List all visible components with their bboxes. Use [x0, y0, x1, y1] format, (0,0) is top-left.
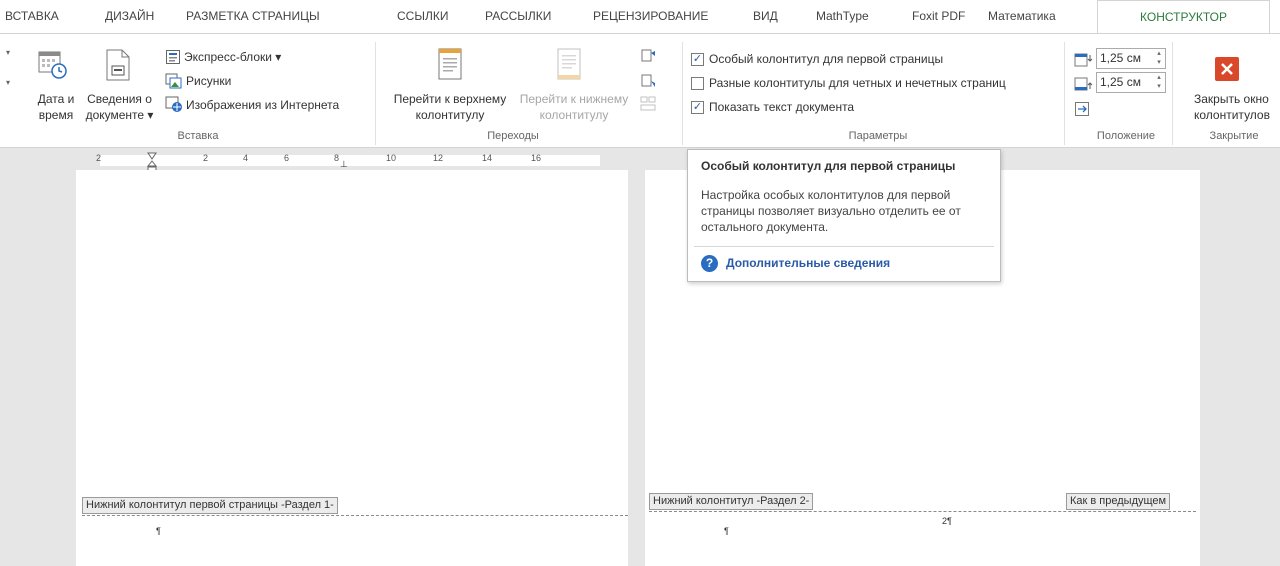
ruler-number: 12 [433, 153, 444, 163]
spin-arrows-icon-2[interactable]: ▴ ▾ [1155, 73, 1163, 91]
ruler-number: 2 [203, 153, 209, 163]
tab-constructor[interactable]: КОНСТРУКТОР [1097, 0, 1270, 33]
ribbon-overflow-arrow-icon: ▾ [6, 48, 11, 57]
header-from-top-value: 1,25 см [1100, 51, 1141, 65]
close-hf-label-1[interactable]: Закрыть окно [1186, 91, 1280, 107]
tab-mailings[interactable]: РАССЫЛКИ [485, 0, 551, 33]
page-number: 2¶ [942, 516, 952, 526]
close-hf-label-2[interactable]: колонтитулов [1186, 107, 1280, 123]
ruler-number: 16 [531, 153, 542, 163]
ribbon-tabs: ВСТАВКА ДИЗАЙН РАЗМЕТКА СТРАНИЦЫ ССЫЛКИ … [0, 0, 1280, 33]
help-icon[interactable]: ? [701, 255, 718, 272]
next-section-icon[interactable] [640, 73, 656, 89]
tab-mathtype[interactable]: MathType [816, 0, 869, 33]
datetime-label-1[interactable]: Дата и [31, 91, 81, 107]
previous-section-icon[interactable] [640, 48, 656, 64]
tab-design[interactable]: ДИЗАЙН [105, 0, 154, 33]
footer-boundary-line-2 [649, 511, 1196, 512]
diff-first-page-label[interactable]: Особый колонтитул для первой страницы [709, 49, 943, 69]
docinfo-label-1[interactable]: Сведения о [82, 91, 157, 107]
show-doc-text-label[interactable]: Показать текст документа [709, 97, 854, 117]
diff-odd-even-label[interactable]: Разные колонтитулы для четных и нечетных… [709, 73, 1006, 93]
spin-arrows-icon[interactable]: ▴ ▾ [1155, 49, 1163, 67]
pictures-icon [165, 73, 182, 89]
diff-first-page-checkbox[interactable]: ✓ [691, 53, 704, 66]
footer-tag-section-2: Нижний колонтитул -Раздел 2- [649, 493, 814, 510]
group-divider-3 [1064, 42, 1065, 145]
ruler-number: 8 [334, 153, 340, 163]
ruler-number: 14 [482, 153, 493, 163]
tab-foxit-pdf[interactable]: Foxit PDF [912, 0, 965, 33]
header-position-icon [1074, 52, 1094, 68]
footer-from-bottom-value: 1,25 см [1100, 75, 1141, 89]
tab-insert[interactable]: ВСТАВКА [5, 0, 59, 33]
tooltip-popup: Особый колонтитул для первой страницы На… [687, 149, 1001, 282]
diff-odd-even-checkbox[interactable] [691, 77, 704, 90]
tab-review[interactable]: РЕЦЕНЗИРОВАНИЕ [593, 0, 708, 33]
group-divider-4 [1172, 42, 1173, 145]
show-doc-text-checkbox[interactable]: ✓ [691, 101, 704, 114]
docinfo-label-2[interactable]: документе ▾ [82, 107, 157, 123]
document-info-icon[interactable] [104, 48, 132, 82]
tab-stop-icon[interactable]: ⊥ [340, 159, 348, 170]
ruler-number: 10 [386, 153, 397, 163]
quick-parts-button[interactable]: Экспресс-блоки ▾ [184, 47, 281, 67]
paragraph-mark-2: ¶ [724, 526, 729, 536]
group-label-close: Закрытие [1209, 130, 1259, 142]
close-icon[interactable] [1214, 56, 1240, 82]
ruler-text-area [100, 155, 600, 166]
ruler-number: 6 [284, 153, 290, 163]
goto-footer-label-1[interactable]: Перейти к нижнему [515, 91, 633, 107]
footer-tag-first-page: Нижний колонтитул первой страницы -Разде… [82, 497, 338, 514]
goto-header-label-1[interactable]: Перейти к верхнему [380, 91, 520, 107]
ribbon-overflow-arrow-icon-2: ▾ [6, 78, 11, 87]
tab-math[interactable]: Математика [988, 0, 1056, 33]
ribbon: ▾ ▾ Дата и время Сведения о документе ▾ … [0, 33, 1280, 148]
tab-references[interactable]: ССЫЛКИ [397, 0, 448, 33]
goto-footer-label-2[interactable]: колонтитулу [515, 107, 633, 123]
footer-boundary-line [82, 515, 628, 516]
goto-header-label-2[interactable]: колонтитулу [380, 107, 520, 123]
group-divider [375, 42, 376, 145]
calendar-clock-icon[interactable] [37, 49, 69, 81]
same-as-previous-tag: Как в предыдущем [1066, 493, 1171, 510]
footer-from-bottom-input[interactable]: 1,25 см ▴ ▾ [1096, 72, 1166, 93]
pictures-button[interactable]: Рисунки [186, 71, 231, 91]
paragraph-mark: ¶ [156, 526, 161, 536]
goto-header-icon[interactable] [437, 47, 463, 81]
more-info-link[interactable]: Дополнительные сведения [726, 256, 890, 270]
tab-page-layout[interactable]: РАЗМЕТКА СТРАНИЦЫ [186, 0, 320, 33]
goto-footer-icon[interactable] [556, 47, 582, 81]
tab-view[interactable]: ВИД [753, 0, 778, 33]
tooltip-divider [694, 246, 994, 247]
datetime-label-2[interactable]: время [31, 107, 81, 123]
link-to-previous-icon[interactable] [640, 96, 656, 112]
online-pictures-button[interactable]: Изображения из Интернета [186, 95, 339, 115]
group-divider-2 [682, 42, 683, 145]
group-label-options: Параметры [848, 130, 908, 142]
ruler-number: 2 [96, 153, 102, 163]
tooltip-title: Особый колонтитул для первой страницы [701, 159, 956, 173]
group-label-navigation: Переходы [487, 130, 539, 142]
online-pictures-icon [165, 96, 183, 113]
tooltip-body: Настройка особых колонтитулов для первой… [701, 188, 961, 234]
group-label-position: Положение [1096, 130, 1156, 142]
header-from-top-input[interactable]: 1,25 см ▴ ▾ [1096, 48, 1166, 69]
ruler-number: 4 [243, 153, 249, 163]
quick-parts-icon [165, 49, 181, 65]
group-label-insert: Вставка [177, 130, 219, 142]
insert-alignment-tab-icon[interactable] [1074, 101, 1090, 117]
footer-position-icon [1074, 76, 1094, 92]
